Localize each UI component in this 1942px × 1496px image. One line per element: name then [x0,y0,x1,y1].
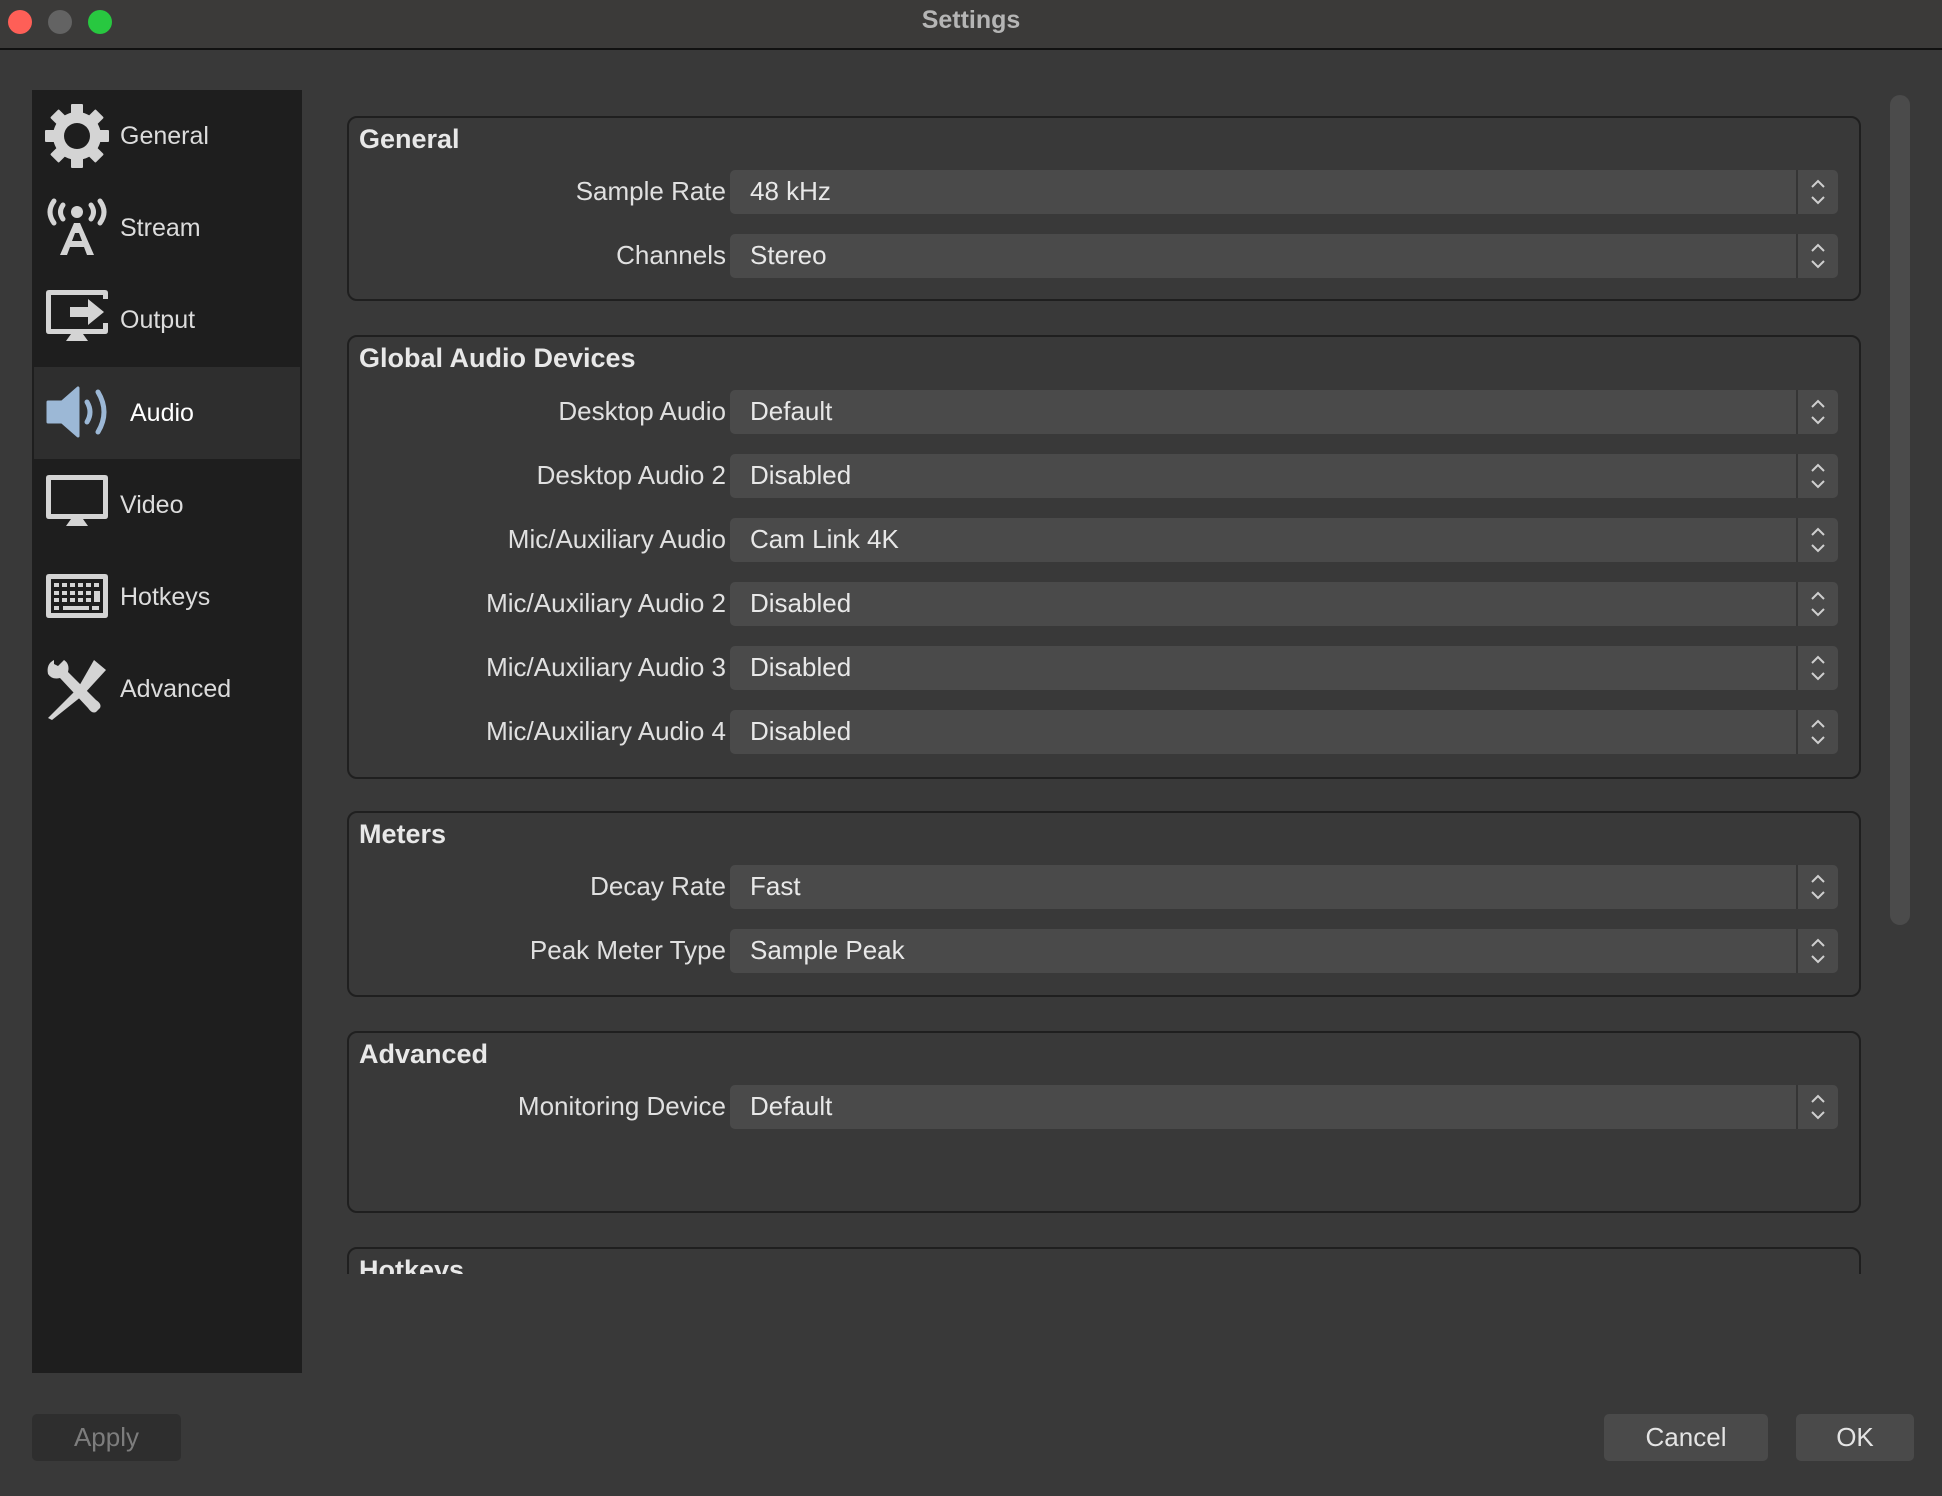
scrollbar-thumb[interactable] [1890,95,1910,925]
settings-sidebar: General Stream Output Audio Video Hotkey… [32,90,302,1373]
group-title: Global Audio Devices [359,343,636,373]
channels-label: Channels [616,240,726,270]
desktop-audio-2-select[interactable]: Disabled [730,454,1838,498]
channels-row: Channels Stereo [349,234,1863,278]
peak-meter-type-label: Peak Meter Type [529,935,726,965]
sidebar-item-general[interactable]: General [32,90,302,182]
mic-aux-audio-2-row: Mic/Auxiliary Audio 2 Disabled [349,582,1863,626]
sidebar-item-label: Audio [130,398,194,427]
mic-aux-audio-3-row: Mic/Auxiliary Audio 3 Disabled [349,646,1863,690]
sidebar-item-label: Output [120,305,196,334]
up-down-chevron-icon [1811,527,1825,553]
up-down-chevron-icon [1811,463,1825,489]
audio-settings-panel: General Sample Rate 48 kHz Channels Ster… [330,78,1870,1274]
sidebar-item-output[interactable]: Output [32,274,302,366]
up-down-chevron-icon [1811,591,1825,617]
speaker-icon [46,386,107,438]
peak-meter-type-select[interactable]: Sample Peak [730,929,1838,973]
keyboard-icon [46,574,108,618]
up-down-chevron-icon [1811,399,1825,425]
meters-group: Meters Decay Rate Fast Peak Meter Type S… [347,811,1861,997]
combo-value: Disabled [750,460,852,490]
sample-rate-label: Sample Rate [575,176,726,206]
gear-icon [45,104,109,168]
mic-aux-audio-label: Mic/Auxiliary Audio [507,524,726,554]
window-title: Settings [921,6,1021,34]
sidebar-item-video[interactable]: Video [32,459,302,551]
global-audio-devices-group: Global Audio Devices Desktop Audio Defau… [347,335,1861,779]
combo-value: Cam Link 4K [750,524,899,554]
up-down-chevron-icon [1811,179,1825,205]
combo-value: Disabled [750,588,852,618]
combo-value: Fast [750,871,801,901]
mic-aux-audio-2-select[interactable]: Disabled [730,582,1838,626]
decay-rate-label: Decay Rate [590,871,726,901]
mic-aux-audio-4-select[interactable]: Disabled [730,710,1838,754]
desktop-audio-2-label: Desktop Audio 2 [536,460,726,490]
channels-select[interactable]: Stereo [730,234,1838,278]
cancel-button[interactable]: Cancel [1604,1414,1768,1461]
combo-value: Stereo [750,240,827,270]
hotkeys-group: Hotkeys [347,1247,1861,1274]
tools-icon [47,660,106,720]
mic-aux-audio-3-select[interactable]: Disabled [730,646,1838,690]
sidebar-item-label: Hotkeys [120,582,211,611]
sample-rate-row: Sample Rate 48 kHz [349,170,1863,214]
monitoring-device-select[interactable]: Default [730,1085,1838,1129]
desktop-audio-select[interactable]: Default [730,390,1838,434]
monitoring-device-row: Monitoring Device Default [349,1085,1863,1129]
combo-value: Disabled [750,652,852,682]
decay-rate-select[interactable]: Fast [730,865,1838,909]
settings-window: Settings General Stream Output Audio Vid… [0,0,1942,1496]
sidebar-item-hotkeys[interactable]: Hotkeys [32,551,302,643]
sidebar-item-stream[interactable]: Stream [32,182,302,274]
up-down-chevron-icon [1811,874,1825,900]
broadcast-tower-icon [47,198,107,255]
desktop-audio-2-row: Desktop Audio 2 Disabled [349,454,1863,498]
peak-meter-type-row: Peak Meter Type Sample Peak [349,929,1863,973]
apply-button[interactable]: Apply [32,1414,181,1461]
monitoring-device-label: Monitoring Device [517,1091,726,1121]
group-title: Advanced [359,1039,489,1069]
up-down-chevron-icon [1811,938,1825,964]
sample-rate-select[interactable]: 48 kHz [730,170,1838,214]
mic-aux-audio-4-label: Mic/Auxiliary Audio 4 [486,716,726,746]
sidebar-item-audio[interactable]: Audio [34,367,300,459]
mic-aux-audio-row: Mic/Auxiliary Audio Cam Link 4K [349,518,1863,562]
combo-value: Disabled [750,716,852,746]
group-title: Meters [359,819,447,849]
sidebar-item-label: Advanced [120,674,232,703]
monitor-icon [46,475,108,526]
sidebar-item-advanced[interactable]: Advanced [32,643,302,735]
title-bar: Settings [0,0,1942,50]
advanced-group: Advanced Monitoring Device Default [347,1031,1861,1213]
up-down-chevron-icon [1811,243,1825,269]
sidebar-item-label: Video [120,490,184,519]
combo-value: Default [750,396,833,426]
up-down-chevron-icon [1811,1094,1825,1120]
monitor-output-icon [46,290,108,341]
general-group: General Sample Rate 48 kHz Channels Ster… [347,116,1861,301]
mic-aux-audio-select[interactable]: Cam Link 4K [730,518,1838,562]
group-title: Hotkeys [359,1255,465,1274]
mic-aux-audio-3-label: Mic/Auxiliary Audio 3 [486,652,726,682]
mic-aux-audio-4-row: Mic/Auxiliary Audio 4 Disabled [349,710,1863,754]
combo-value: Default [750,1091,833,1121]
ok-button[interactable]: OK [1796,1414,1914,1461]
combo-value: 48 kHz [750,176,831,206]
decay-rate-row: Decay Rate Fast [349,865,1863,909]
desktop-audio-label: Desktop Audio [558,396,726,426]
sidebar-item-label: Stream [120,213,201,242]
mic-aux-audio-2-label: Mic/Auxiliary Audio 2 [486,588,726,618]
up-down-chevron-icon [1811,655,1825,681]
combo-value: Sample Peak [750,935,905,965]
sidebar-item-label: General [120,121,209,150]
desktop-audio-row: Desktop Audio Default [349,390,1863,434]
group-title: General [359,124,460,154]
up-down-chevron-icon [1811,719,1825,745]
